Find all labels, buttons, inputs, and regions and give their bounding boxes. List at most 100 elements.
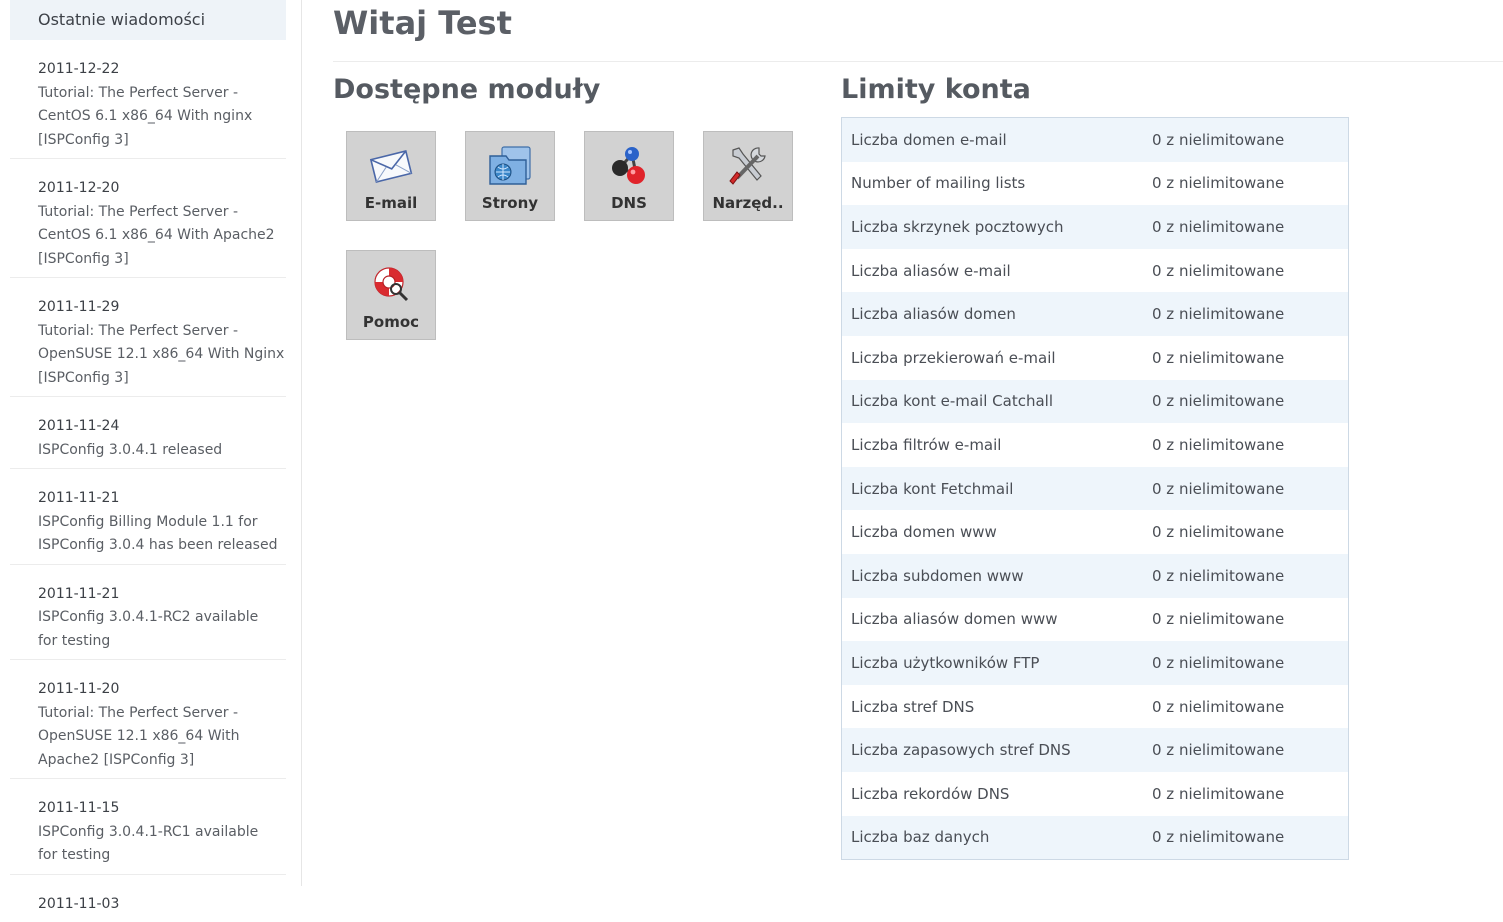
- limit-value: 0 z nielimitowane: [1152, 218, 1348, 236]
- limit-value: 0 z nielimitowane: [1152, 262, 1348, 280]
- news-title-line[interactable]: for testing: [38, 630, 286, 654]
- envelope-icon: [368, 144, 414, 188]
- news-title-line[interactable]: CentOS 6.1 x86_64 With Apache2: [38, 224, 286, 248]
- title-divider: [333, 61, 1503, 62]
- news-title-line[interactable]: OpenSUSE 12.1 x86_64 With Nginx: [38, 343, 286, 367]
- dns-molecule-icon: [606, 144, 652, 188]
- news-date: 2011-11-21: [38, 487, 286, 511]
- table-row: Liczba kont Fetchmail0 z nielimitowane: [842, 467, 1348, 511]
- limit-value: 0 z nielimitowane: [1152, 828, 1348, 846]
- news-date: 2011-11-24: [38, 415, 286, 439]
- limit-value: 0 z nielimitowane: [1152, 349, 1348, 367]
- module-label: E-mail: [365, 194, 418, 212]
- limit-value: 0 z nielimitowane: [1152, 392, 1348, 410]
- module-dns-button[interactable]: DNS: [584, 131, 674, 221]
- limit-value: 0 z nielimitowane: [1152, 698, 1348, 716]
- websites-icon: [486, 144, 534, 188]
- news-title-line[interactable]: ISPConfig 3.0.4.1-RC2 available: [38, 606, 286, 630]
- sidebar: Ostatnie wiadomości 2011-12-22 Tutorial:…: [0, 0, 302, 886]
- news-date: 2011-11-15: [38, 797, 286, 821]
- news-item[interactable]: 2011-11-15 ISPConfig 3.0.4.1-RC1 availab…: [10, 779, 286, 875]
- news-title-line[interactable]: ISPConfig 3.0.4 has been released: [38, 534, 286, 558]
- limit-value: 0 z nielimitowane: [1152, 785, 1348, 803]
- news-header: Ostatnie wiadomości: [10, 0, 286, 40]
- account-limits-table: Liczba domen e-mail0 z nielimitowane Num…: [841, 117, 1349, 860]
- news-title-line[interactable]: Tutorial: The Perfect Server -: [38, 702, 286, 726]
- news-title-line[interactable]: [ISPConfig 3]: [38, 367, 286, 391]
- table-row: Liczba subdomen www0 z nielimitowane: [842, 554, 1348, 598]
- table-row: Liczba użytkowników FTP0 z nielimitowane: [842, 641, 1348, 685]
- news-title-line[interactable]: CentOS 6.1 x86_64 With nginx: [38, 105, 286, 129]
- limit-name: Number of mailing lists: [842, 174, 1152, 192]
- limit-name: Liczba kont Fetchmail: [842, 480, 1152, 498]
- modules-heading: Dostępne moduły: [333, 74, 600, 105]
- table-row: Liczba filtrów e-mail0 z nielimitowane: [842, 423, 1348, 467]
- table-row: Liczba skrzynek pocztowych0 z nielimitow…: [842, 205, 1348, 249]
- table-row: Liczba aliasów e-mail0 z nielimitowane: [842, 249, 1348, 293]
- limit-value: 0 z nielimitowane: [1152, 741, 1348, 759]
- limit-name: Liczba domen e-mail: [842, 131, 1152, 149]
- table-row: Liczba przekierowań e-mail0 z nielimitow…: [842, 336, 1348, 380]
- limit-name: Liczba subdomen www: [842, 567, 1152, 585]
- limit-name: Liczba kont e-mail Catchall: [842, 392, 1152, 410]
- table-row: Liczba domen www0 z nielimitowane: [842, 510, 1348, 554]
- table-row: Liczba baz danych0 z nielimitowane: [842, 816, 1348, 860]
- news-title-line[interactable]: ISPConfig 3.0.4.1 released: [38, 439, 286, 463]
- limit-name: Liczba rekordów DNS: [842, 785, 1152, 803]
- limit-name: Liczba skrzynek pocztowych: [842, 218, 1152, 236]
- news-title-line[interactable]: [ISPConfig 3]: [38, 248, 286, 272]
- module-help-button[interactable]: Pomoc: [346, 250, 436, 340]
- limit-value: 0 z nielimitowane: [1152, 131, 1348, 149]
- lifebuoy-icon: [369, 263, 413, 307]
- limit-value: 0 z nielimitowane: [1152, 305, 1348, 323]
- news-date: 2011-11-29: [38, 296, 286, 320]
- news-title-line[interactable]: ISPConfig Billing Module 1.1 for: [38, 511, 286, 535]
- module-websites-button[interactable]: Strony: [465, 131, 555, 221]
- news-item[interactable]: 2011-12-20 Tutorial: The Perfect Server …: [10, 159, 286, 278]
- limit-value: 0 z nielimitowane: [1152, 523, 1348, 541]
- news-item[interactable]: 2011-11-03: [10, 875, 286, 922]
- limit-value: 0 z nielimitowane: [1152, 436, 1348, 454]
- news-title-line[interactable]: Apache2 [ISPConfig 3]: [38, 749, 286, 773]
- news-title-line[interactable]: OpenSUSE 12.1 x86_64 With: [38, 725, 286, 749]
- limit-value: 0 z nielimitowane: [1152, 480, 1348, 498]
- table-row: Liczba aliasów domen www0 z nielimitowan…: [842, 598, 1348, 642]
- news-item[interactable]: 2011-11-29 Tutorial: The Perfect Server …: [10, 278, 286, 397]
- limit-value: 0 z nielimitowane: [1152, 654, 1348, 672]
- limit-name: Liczba użytkowników FTP: [842, 654, 1152, 672]
- news-date: 2011-11-21: [38, 583, 286, 607]
- page-title: Witaj Test: [333, 4, 512, 42]
- table-row: Liczba rekordów DNS0 z nielimitowane: [842, 772, 1348, 816]
- module-label: Pomoc: [363, 313, 419, 331]
- module-tools-button[interactable]: Narzęd..: [703, 131, 793, 221]
- news-list: 2011-12-22 Tutorial: The Perfect Server …: [10, 40, 286, 922]
- news-item[interactable]: 2011-11-20 Tutorial: The Perfect Server …: [10, 660, 286, 779]
- news-title-line[interactable]: Tutorial: The Perfect Server -: [38, 320, 286, 344]
- limit-value: 0 z nielimitowane: [1152, 567, 1348, 585]
- module-email-button[interactable]: E-mail: [346, 131, 436, 221]
- news-title-line[interactable]: ISPConfig 3.0.4.1-RC1 available: [38, 821, 286, 845]
- table-row: Number of mailing lists0 z nielimitowane: [842, 162, 1348, 206]
- news-date: 2011-12-22: [38, 58, 286, 82]
- news-item[interactable]: 2011-11-21 ISPConfig 3.0.4.1-RC2 availab…: [10, 565, 286, 661]
- limit-name: Liczba stref DNS: [842, 698, 1152, 716]
- news-title-line[interactable]: Tutorial: The Perfect Server -: [38, 82, 286, 106]
- table-row: Liczba stref DNS0 z nielimitowane: [842, 685, 1348, 729]
- module-label: Narzęd..: [712, 194, 783, 212]
- news-title-line[interactable]: Tutorial: The Perfect Server -: [38, 201, 286, 225]
- tools-icon: [725, 144, 771, 188]
- limit-name: Liczba aliasów domen www: [842, 610, 1152, 628]
- news-item[interactable]: 2011-12-22 Tutorial: The Perfect Server …: [10, 40, 286, 159]
- news-title-line[interactable]: [ISPConfig 3]: [38, 129, 286, 153]
- limit-name: Liczba aliasów domen: [842, 305, 1152, 323]
- module-label: DNS: [611, 194, 647, 212]
- news-date: 2011-11-03: [38, 893, 286, 917]
- limit-value: 0 z nielimitowane: [1152, 610, 1348, 628]
- limit-name: Liczba filtrów e-mail: [842, 436, 1152, 454]
- news-item[interactable]: 2011-11-21 ISPConfig Billing Module 1.1 …: [10, 469, 286, 565]
- table-row: Liczba zapasowych stref DNS0 z nielimito…: [842, 728, 1348, 772]
- limit-value: 0 z nielimitowane: [1152, 174, 1348, 192]
- news-title-line[interactable]: for testing: [38, 844, 286, 868]
- news-item[interactable]: 2011-11-24 ISPConfig 3.0.4.1 released: [10, 397, 286, 469]
- limit-name: Liczba zapasowych stref DNS: [842, 741, 1152, 759]
